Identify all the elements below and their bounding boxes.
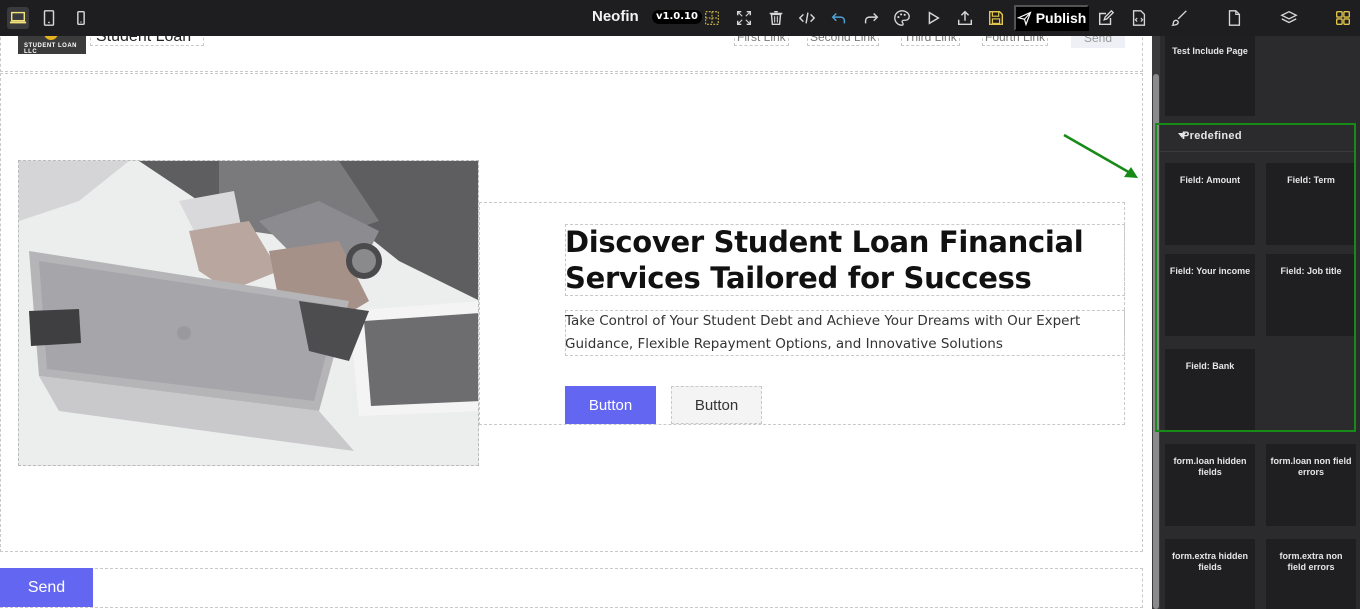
block-test-include-page[interactable]: Test Include Page [1165, 36, 1255, 116]
secondary-button[interactable]: Button [671, 386, 762, 424]
block-field-your-income[interactable]: Field: Your income [1165, 254, 1255, 336]
block-field-term[interactable]: Field: Term [1266, 163, 1356, 245]
palette-icon[interactable] [891, 7, 913, 29]
hero-headline[interactable]: Discover Student Loan Financial Services… [565, 224, 1125, 296]
save-icon[interactable] [985, 7, 1007, 29]
undo-icon[interactable] [828, 7, 850, 29]
play-icon[interactable] [922, 7, 944, 29]
nav-link-first[interactable]: First Link [734, 36, 789, 46]
hero-image[interactable] [18, 160, 479, 466]
app-brand: Neofin [592, 8, 639, 25]
version-badge: v1.0.10 [652, 10, 702, 24]
redo-icon[interactable] [860, 7, 882, 29]
canvas-scrollbar-thumb[interactable] [1153, 74, 1159, 609]
nav-link-third[interactable]: Third Link [901, 36, 960, 46]
nav-send-button[interactable]: Send [1071, 36, 1125, 48]
blocks-grid-icon[interactable] [1332, 7, 1354, 29]
primary-button[interactable]: Button [565, 386, 656, 424]
layers-icon[interactable] [1278, 7, 1300, 29]
nav-link-second[interactable]: Second Link [807, 36, 880, 46]
send-button[interactable]: Send [0, 568, 93, 607]
blocks-panel: Test Include Page Predefined Field: Amou… [1160, 36, 1360, 609]
block-form-loan-non-field-errors[interactable]: form.loan non field errors [1266, 444, 1356, 526]
block-field-bank[interactable]: Field: Bank [1165, 349, 1255, 431]
block-field-job-title[interactable]: Field: Job title [1266, 254, 1356, 336]
brush-icon[interactable] [1169, 7, 1191, 29]
fullscreen-icon[interactable] [733, 7, 755, 29]
desktop-view-icon[interactable] [7, 7, 29, 29]
file-code-icon[interactable] [1128, 7, 1150, 29]
block-form-extra-hidden-fields[interactable]: form.extra hidden fields [1165, 539, 1255, 609]
send-plane-icon [1016, 10, 1032, 26]
form-section[interactable] [0, 568, 1143, 608]
page-icon[interactable] [1223, 7, 1245, 29]
logo-text: STUDENT LOAN LLC [24, 43, 77, 55]
laptop-photo [19, 161, 478, 465]
block-field-amount[interactable]: Field: Amount [1165, 163, 1255, 245]
top-toolbar: Neofin v1.0.10 Publish [0, 0, 1360, 36]
editor-canvas[interactable]: STUDENT LOAN LLC Student Loan First Link… [0, 36, 1152, 609]
tablet-view-icon[interactable] [38, 7, 60, 29]
editor-root: Neofin v1.0.10 Publish STUDENT LOAN LLC … [0, 0, 1360, 609]
logo-sun-icon [44, 36, 58, 40]
block-form-loan-hidden-fields[interactable]: form.loan hidden fields [1165, 444, 1255, 526]
annotation-arrow-icon [1063, 133, 1138, 178]
upload-icon[interactable] [954, 7, 976, 29]
publish-label: Publish [1035, 10, 1087, 26]
logo[interactable]: STUDENT LOAN LLC [18, 36, 86, 55]
nav-link-fourth[interactable]: Fourth Link [982, 36, 1049, 46]
hero-subtext[interactable]: Take Control of Your Student Debt and Ac… [565, 310, 1125, 356]
mobile-view-icon[interactable] [70, 7, 92, 29]
publish-button[interactable]: Publish [1014, 5, 1089, 31]
block-form-extra-non-field-errors[interactable]: form.extra non field errors [1266, 539, 1356, 609]
brand-name-outline [90, 36, 204, 46]
trash-icon[interactable] [765, 7, 787, 29]
grid-outline-icon[interactable] [701, 7, 723, 29]
category-predefined[interactable]: Predefined [1160, 126, 1356, 152]
edit-icon[interactable] [1095, 7, 1117, 29]
code-icon[interactable] [796, 7, 818, 29]
